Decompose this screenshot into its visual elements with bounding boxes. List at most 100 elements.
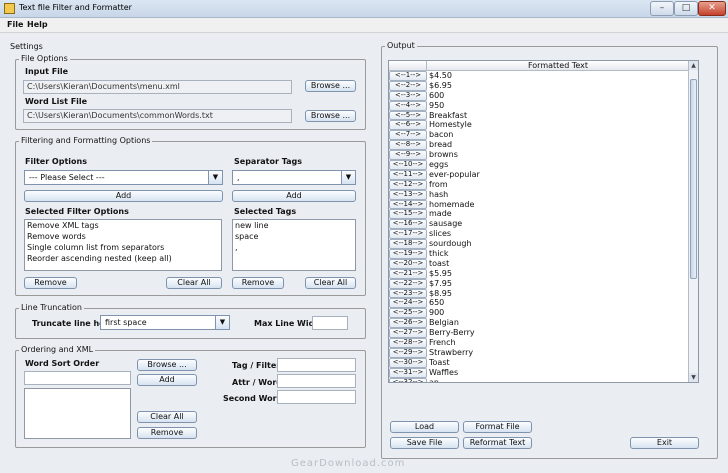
reformat-text-button[interactable]: Reformat Text [463,437,532,449]
add-filter-button[interactable]: Add [24,190,223,202]
table-row[interactable]: <--31--> Waffles [389,367,689,378]
word-list-field[interactable]: C:\Users\Kieran\Documents\commonWords.tx… [23,109,292,123]
row-index-button[interactable]: <--32--> [389,377,427,382]
input-file-browse-button[interactable]: Browse ... [305,80,356,92]
table-row[interactable]: <--18--> sourdough [389,239,689,250]
scroll-down-icon[interactable]: ▼ [689,373,698,382]
row-index-button[interactable]: <--3--> [389,90,427,101]
table-row[interactable]: <--32--> an [389,377,689,382]
table-row[interactable]: <--15--> made [389,209,689,220]
word-sort-remove-button[interactable]: Remove [137,427,197,439]
table-row[interactable]: <--8--> bread [389,140,689,151]
maximize-button[interactable]: □ [674,1,698,16]
table-row[interactable]: <--19--> thick [389,249,689,259]
close-button[interactable]: ✕ [698,1,726,16]
minimize-button[interactable]: – [650,1,674,16]
row-index-button[interactable]: <--26--> [389,318,427,329]
row-index-button[interactable]: <--5--> [389,110,427,121]
format-file-button[interactable]: Format File [463,421,532,433]
menu-file[interactable]: File [7,20,23,29]
row-index-button[interactable]: <--4--> [389,100,427,111]
table-row[interactable]: <--11--> ever-popular [389,169,689,180]
list-item[interactable]: space [233,231,355,242]
table-row[interactable]: <--7--> bacon [389,130,689,141]
list-item[interactable]: Reorder ascending nested (keep all) [25,253,221,264]
table-row[interactable]: <--2--> $6.95 [389,80,689,91]
exit-button[interactable]: Exit [630,437,699,449]
table-row[interactable]: <--27--> Berry-Berry [389,328,689,339]
load-button[interactable]: Load [390,421,459,433]
word-sort-browse-button[interactable]: Browse ... [137,359,197,371]
selected-filter-list[interactable]: Remove XML tags Remove words Single colu… [24,219,222,271]
table-row[interactable]: <--3--> 600 [389,90,689,101]
row-index-button[interactable]: <--23--> [389,288,427,299]
row-index-button[interactable]: <--11--> [389,169,427,180]
tag-filter-input[interactable] [277,358,356,372]
table-row[interactable]: <--12--> from [389,179,689,190]
list-item[interactable]: Remove words [25,231,221,242]
attr-word-input[interactable] [277,374,356,388]
separator-tags-select[interactable]: , ▼ [232,170,356,185]
remove-filter-button[interactable]: Remove [24,277,77,289]
row-index-button[interactable]: <--31--> [389,367,427,378]
add-tag-button[interactable]: Add [232,190,356,202]
table-row[interactable]: <--4--> 950 [389,100,689,111]
table-scrollbar[interactable]: ▲ ▼ [688,61,698,382]
row-index-button[interactable]: <--17--> [389,229,427,240]
row-index-button[interactable]: <--22--> [389,278,427,289]
table-row[interactable]: <--5--> Breakfast [389,110,689,121]
row-index-button[interactable]: <--1--> [389,71,427,81]
list-item[interactable]: , [233,242,355,253]
formatted-text-table[interactable]: Formatted Text <--1--> $4.50 <--2--> $6.95 <… [388,60,699,383]
clear-all-filters-button[interactable]: Clear All [166,277,222,289]
truncate-select[interactable]: first space ▼ [100,315,230,330]
row-index-button[interactable]: <--19--> [389,249,427,259]
row-index-button[interactable]: <--15--> [389,209,427,220]
list-item[interactable]: new line [233,220,355,231]
table-row[interactable]: <--1--> $4.50 [389,71,689,81]
row-index-button[interactable]: <--16--> [389,219,427,230]
clear-all-tags-button[interactable]: Clear All [305,277,356,289]
save-file-button[interactable]: Save File [390,437,459,449]
row-index-button[interactable]: <--8--> [389,140,427,151]
row-index-button[interactable]: <--30--> [389,357,427,368]
row-index-button[interactable]: <--21--> [389,268,427,279]
table-row[interactable]: <--14--> homemade [389,199,689,210]
table-row[interactable]: <--21--> $5.95 [389,268,689,279]
table-row[interactable]: <--24--> 650 [389,298,689,309]
table-row[interactable]: <--26--> Belgian [389,318,689,329]
chevron-down-icon[interactable]: ▼ [215,316,229,329]
row-index-button[interactable]: <--18--> [389,239,427,250]
input-file-field[interactable]: C:\Users\Kieran\Documents\menu.xml [23,80,292,94]
row-index-button[interactable]: <--24--> [389,298,427,309]
row-index-button[interactable]: <--13--> [389,189,427,200]
row-index-button[interactable]: <--7--> [389,130,427,141]
scroll-up-icon[interactable]: ▲ [689,61,698,70]
row-index-button[interactable]: <--20--> [389,258,427,269]
word-sort-clear-button[interactable]: Clear All [137,411,197,423]
table-row[interactable]: <--28--> French [389,338,689,348]
chevron-down-icon[interactable]: ▼ [208,171,222,184]
table-row[interactable]: <--20--> toast [389,258,689,269]
word-sort-input[interactable] [24,371,131,385]
chevron-down-icon[interactable]: ▼ [341,171,355,184]
remove-tag-button[interactable]: Remove [232,277,284,289]
table-row[interactable]: <--23--> $8.95 [389,288,689,299]
table-row[interactable]: <--25--> 900 [389,308,689,319]
table-row[interactable]: <--10--> eggs [389,160,689,170]
table-row[interactable]: <--30--> Toast [389,357,689,368]
row-index-button[interactable]: <--28--> [389,338,427,348]
scroll-thumb[interactable] [690,79,697,279]
word-sort-add-button[interactable]: Add [137,374,197,386]
row-index-button[interactable]: <--14--> [389,199,427,210]
row-index-button[interactable]: <--10--> [389,160,427,170]
row-index-button[interactable]: <--6--> [389,120,427,131]
table-row[interactable]: <--17--> slices [389,229,689,240]
row-index-button[interactable]: <--29--> [389,347,427,358]
table-row[interactable]: <--13--> hash [389,189,689,200]
table-row[interactable]: <--29--> Strawberry [389,347,689,358]
list-item[interactable]: Remove XML tags [25,220,221,231]
word-sort-list[interactable] [24,388,131,439]
row-index-button[interactable]: <--25--> [389,308,427,319]
max-width-input[interactable] [312,316,348,330]
